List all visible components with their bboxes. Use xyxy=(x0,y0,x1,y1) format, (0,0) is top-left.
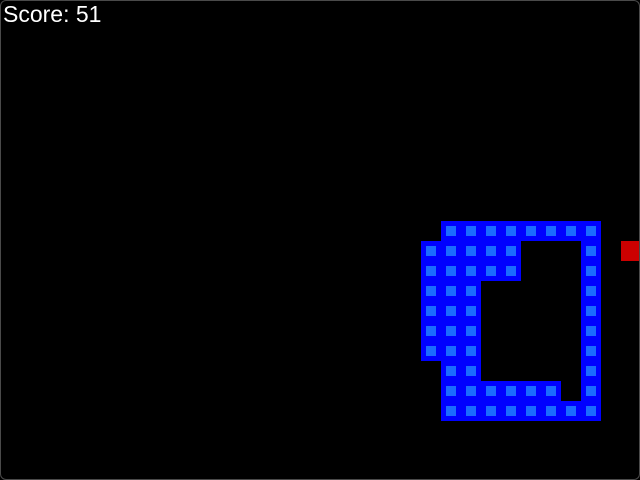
game-window[interactable]: Score: 51 xyxy=(0,0,640,480)
food-pellet xyxy=(621,241,639,261)
snake-segment xyxy=(501,261,521,281)
snake-segment xyxy=(441,301,461,321)
snake-segment xyxy=(421,281,441,301)
snake-segment xyxy=(461,241,481,261)
snake-segment xyxy=(541,381,561,401)
snake-segment xyxy=(581,381,601,401)
snake-segment xyxy=(441,361,461,381)
snake-segment xyxy=(461,221,481,241)
snake-segment xyxy=(461,261,481,281)
snake-segment xyxy=(421,341,441,361)
snake-segment xyxy=(581,221,601,241)
snake-segment xyxy=(441,321,461,341)
snake-segment xyxy=(421,241,441,261)
snake-segment xyxy=(581,341,601,361)
snake-segment xyxy=(461,321,481,341)
snake-segment xyxy=(581,281,601,301)
snake-segment xyxy=(441,281,461,301)
snake-segment xyxy=(441,261,461,281)
snake-segment xyxy=(441,241,461,261)
snake-segment xyxy=(461,401,481,421)
snake-segment xyxy=(481,401,501,421)
snake-segment xyxy=(581,361,601,381)
snake-segment xyxy=(581,321,601,341)
snake-segment xyxy=(501,241,521,261)
snake-segment xyxy=(441,381,461,401)
snake-segment xyxy=(461,381,481,401)
snake-segment xyxy=(541,401,561,421)
snake-segment xyxy=(581,401,601,421)
snake-segment xyxy=(521,381,541,401)
snake-segment xyxy=(421,301,441,321)
snake-segment xyxy=(521,401,541,421)
snake-segment xyxy=(441,341,461,361)
snake-segment xyxy=(461,301,481,321)
snake-segment xyxy=(501,381,521,401)
snake-segment xyxy=(481,221,501,241)
snake-segment xyxy=(581,301,601,321)
snake-segment xyxy=(441,401,461,421)
snake-segment xyxy=(501,401,521,421)
snake-segment xyxy=(561,401,581,421)
snake-segment xyxy=(421,321,441,341)
snake-segment xyxy=(581,241,601,261)
snake-segment xyxy=(521,221,541,241)
snake-segment xyxy=(581,261,601,281)
snake-segment xyxy=(501,221,521,241)
snake-segment xyxy=(481,241,501,261)
snake-segment xyxy=(541,221,561,241)
snake-segment xyxy=(561,221,581,241)
snake-segment xyxy=(461,341,481,361)
snake-segment xyxy=(481,381,501,401)
game-board[interactable] xyxy=(1,1,639,479)
snake-segment xyxy=(461,361,481,381)
snake-segment xyxy=(461,281,481,301)
snake-segment xyxy=(481,261,501,281)
snake-segment xyxy=(441,221,461,241)
score-label: Score: 51 xyxy=(3,1,102,27)
snake-segment xyxy=(421,261,441,281)
